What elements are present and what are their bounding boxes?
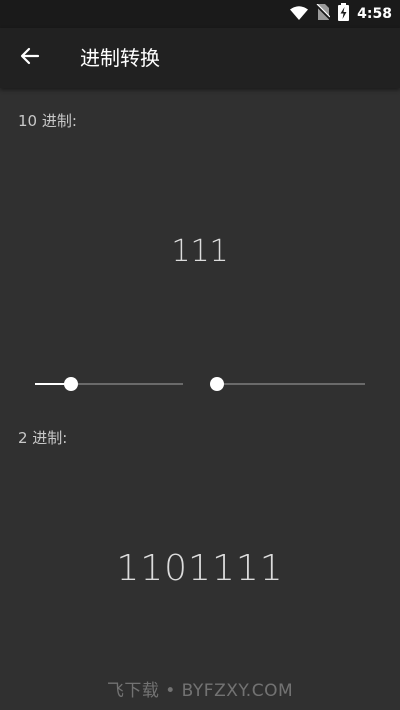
battery-charging-icon [338, 3, 350, 25]
left-slider[interactable] [35, 374, 183, 394]
binary-label: 2 进制: [18, 429, 68, 447]
decimal-label: 10 进制: [18, 112, 77, 130]
page-title: 进制转换 [80, 46, 160, 70]
binary-value[interactable]: 1101111 [0, 548, 400, 589]
slider-thumb[interactable] [210, 377, 224, 391]
arrow-left-icon [20, 46, 40, 70]
watermark: 飞下载 • BYFZXY.COM [106, 681, 294, 701]
wifi-icon [290, 5, 309, 24]
right-slider[interactable] [210, 374, 365, 394]
app-bar: 进制转换 [0, 28, 400, 88]
status-icons: 4:58 [290, 3, 392, 25]
decimal-value[interactable]: 111 [0, 234, 400, 269]
status-bar: 4:58 [0, 0, 400, 28]
no-sim-icon [315, 3, 331, 24]
slider-thumb[interactable] [63, 377, 78, 391]
status-time: 4:58 [357, 6, 392, 22]
back-button[interactable] [12, 40, 48, 76]
slider-track [217, 383, 365, 385]
